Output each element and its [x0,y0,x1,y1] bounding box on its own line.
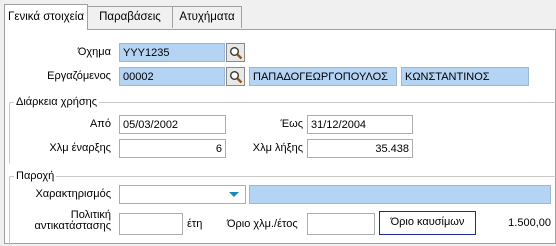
vehicle-field[interactable]: YYY1235 [119,43,225,62]
provision-title: Παροχή [14,170,57,182]
fuel-limit-field[interactable]: 1.500,00 [478,213,554,235]
to-label: Έως [280,118,303,130]
tab-accidents[interactable]: Ατυχήματα [172,6,242,28]
usage-period-group [9,102,556,164]
employee-firstname-field: ΚΩΝΣΤΑΝΤΙΝΟΣ [401,67,529,86]
km-end-field[interactable]: 35.438 [307,139,413,158]
tab-panel-general: Όχημα YYY1235 Εργαζόμενος 00002 ΠΑΠΑΔΟΓΕ… [4,29,556,246]
characterization-combo[interactable] [119,185,246,204]
km-per-year-field[interactable] [307,213,375,235]
characterization-label: Χαρακτηρισμός [35,188,111,200]
tab-violations[interactable]: Παραβάσεις [87,6,173,28]
replacement-policy-label: Πολιτική αντικατάστασης [15,210,111,232]
years-label: έτη [187,218,203,230]
km-end-label: Χλμ λήξης [252,142,303,154]
employee-label: Εργαζόμενος [47,70,111,82]
vehicle-label: Όχημα [77,46,111,58]
magnifier-icon [230,71,243,84]
from-date-field[interactable]: 05/03/2002 [119,115,226,134]
characterization-description-field [249,185,551,204]
replacement-policy-field[interactable] [119,213,183,235]
km-start-field[interactable]: 6 [119,139,226,158]
employee-code-field[interactable]: 00002 [119,67,225,86]
fuel-limit-label: Όριο καυσίμων [379,211,476,235]
km-start-label: Χλμ έναρξης [49,142,111,154]
usage-period-title: Διάρκεια χρήσης [14,96,100,108]
vehicle-lookup-button[interactable] [226,43,245,62]
to-date-field[interactable]: 31/12/2004 [307,115,413,134]
km-per-year-label: Όριο χλμ./έτος [227,218,298,230]
tab-general[interactable]: Γενικά στοιχεία [4,4,88,30]
employee-lastname-field: ΠΑΠΑΔΟΓΕΩΡΓΟΠΟΥΛΟΣ [249,67,397,86]
magnifier-icon [230,47,243,60]
chevron-down-icon [229,192,239,197]
replacement-policy-label-line2: αντικατάστασης [34,220,111,232]
employee-lookup-button[interactable] [226,67,245,86]
from-label: Από [89,118,111,130]
